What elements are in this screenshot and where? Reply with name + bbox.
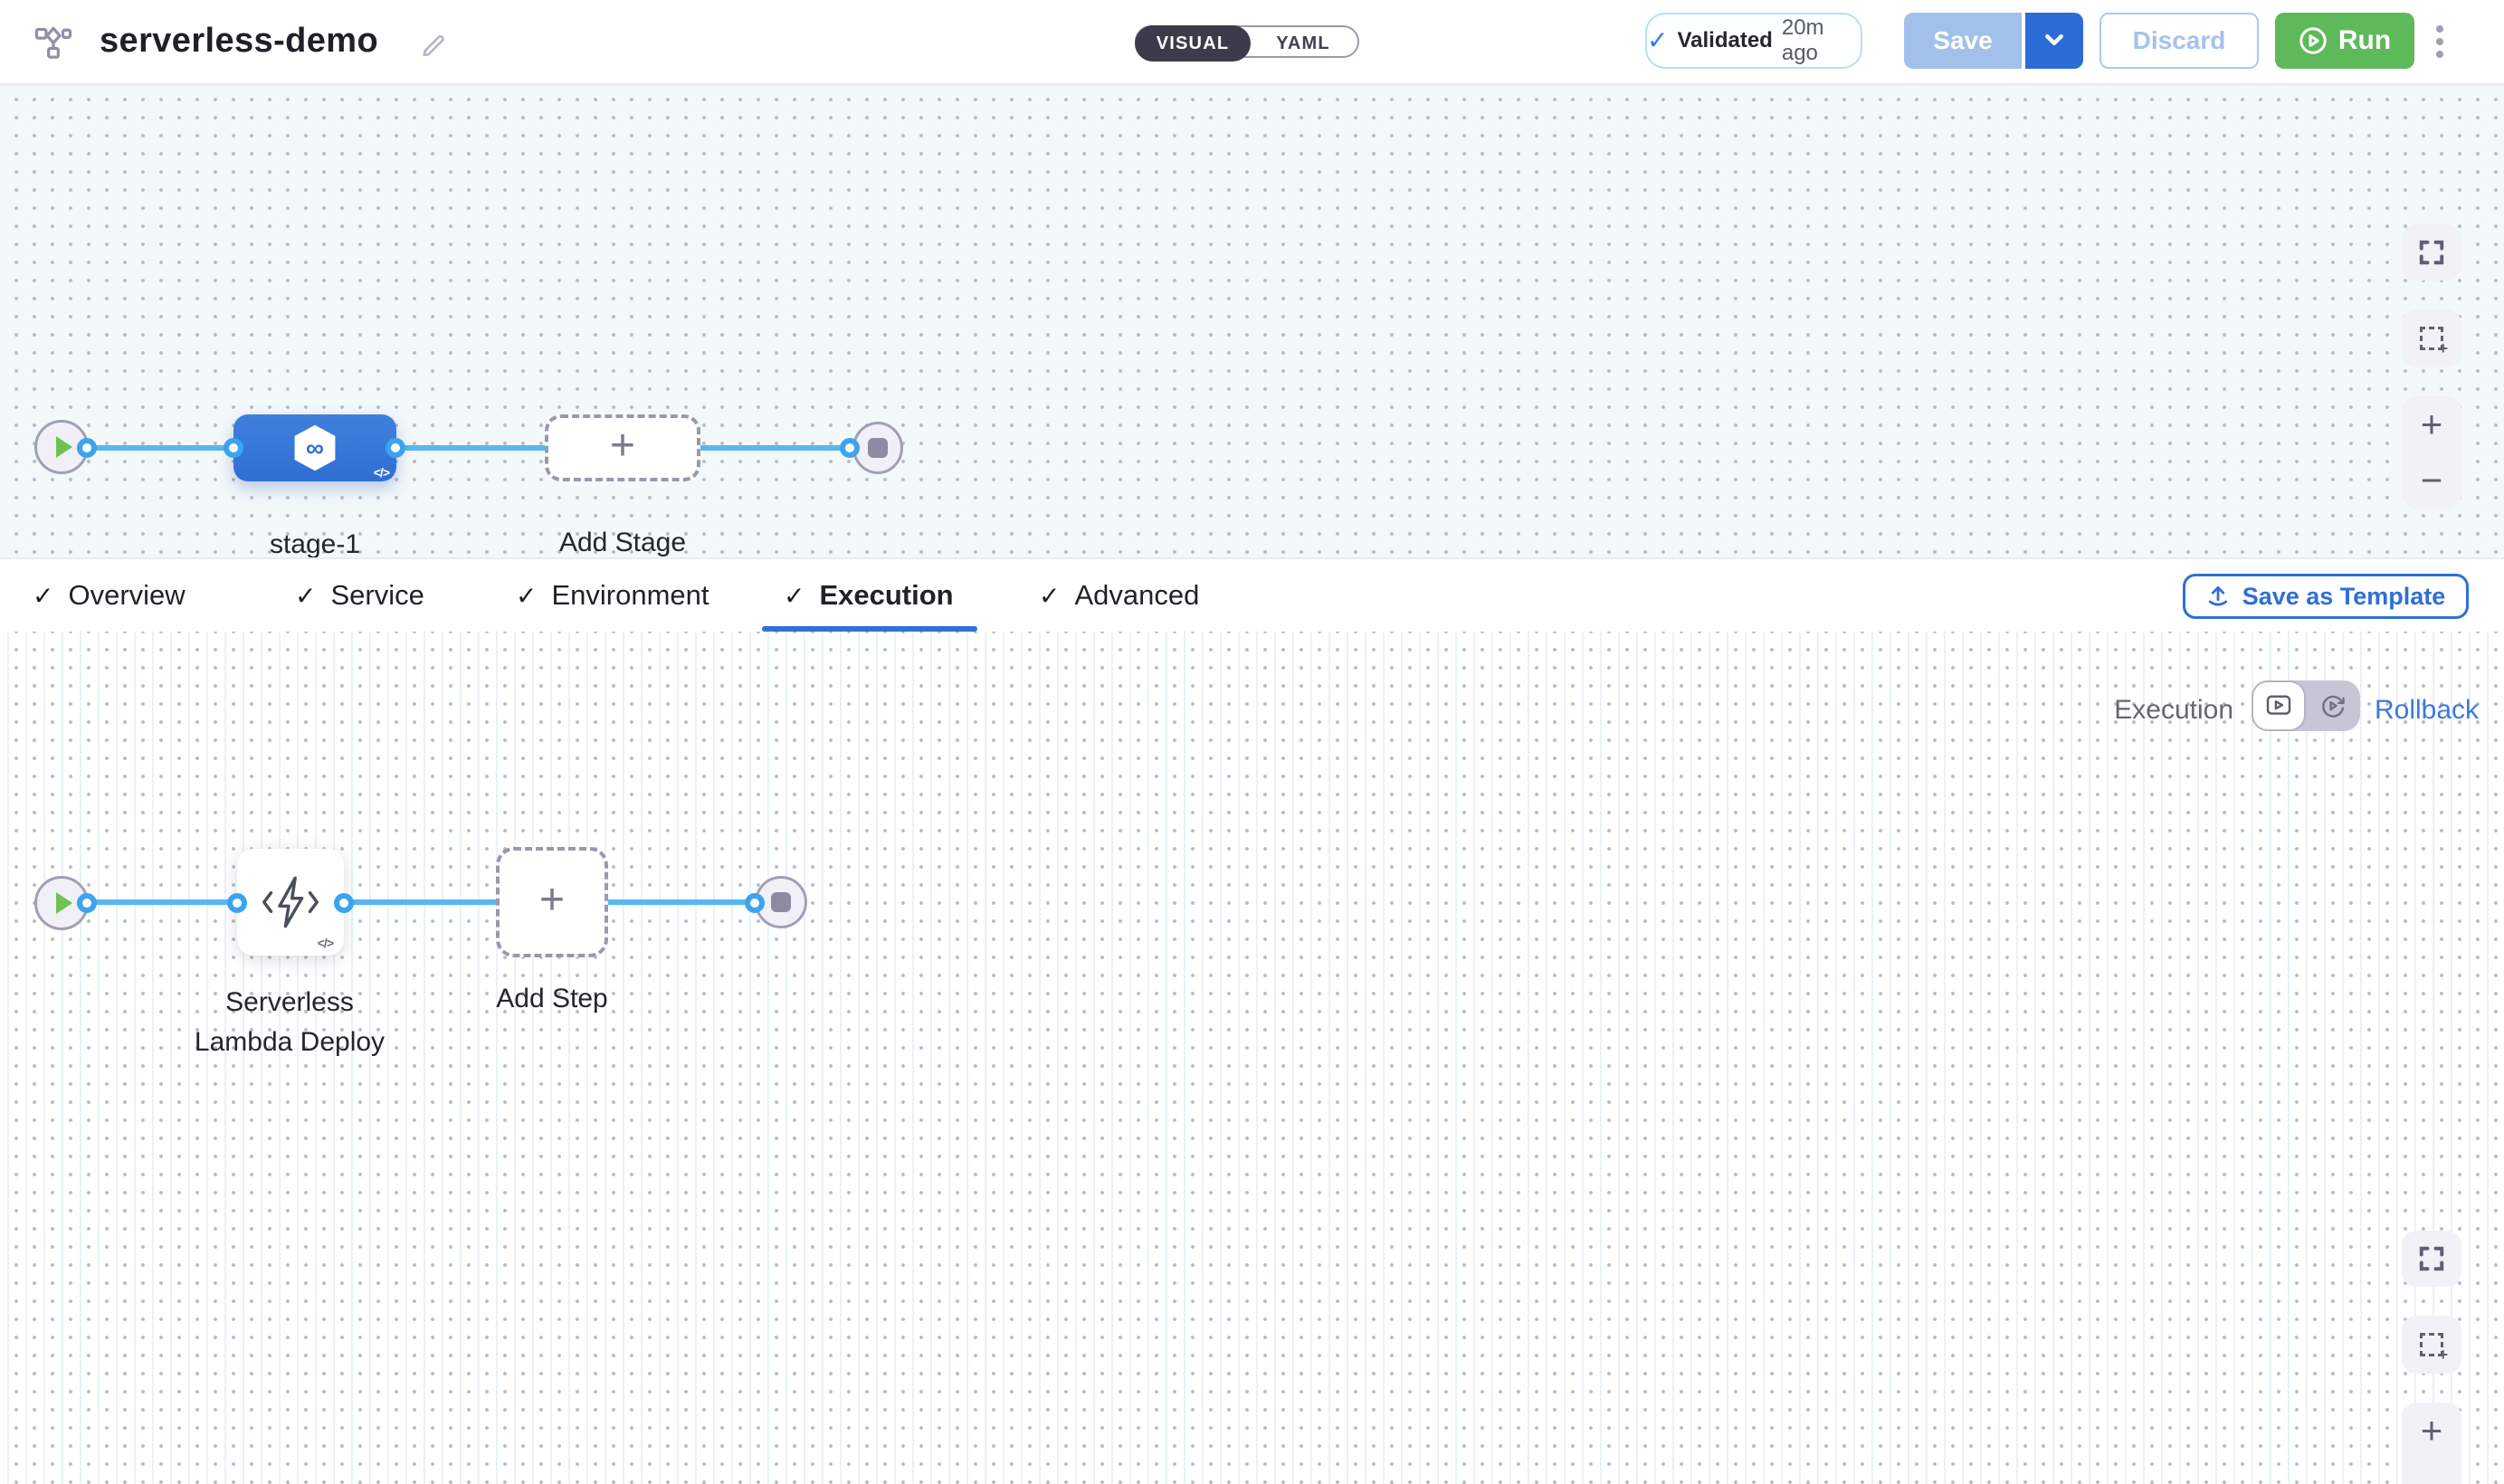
tab-service[interactable]: ✓ Service: [295, 559, 424, 632]
add-step-button[interactable]: +: [496, 847, 608, 957]
validated-check-icon: ✓: [1647, 28, 1668, 53]
save-as-template-label: Save as Template: [2242, 583, 2446, 611]
pipeline-title: serverless-demo: [100, 22, 378, 61]
code-icon: </>: [318, 936, 333, 950]
fullscreen-icon: [2418, 239, 2445, 266]
connector-port[interactable]: [77, 438, 97, 458]
step-label: Serverless Lambda Deploy: [195, 983, 385, 1062]
connector-port[interactable]: [77, 893, 97, 913]
tab-execution[interactable]: ✓ Execution: [784, 559, 954, 632]
zoom-in-button[interactable]: +: [2402, 1403, 2461, 1459]
stage-serverless-icon: ∞: [290, 423, 339, 473]
fullscreen-button[interactable]: [2402, 1231, 2461, 1287]
add-stage-button[interactable]: +: [545, 414, 700, 481]
toggle-yaml[interactable]: YAML: [1247, 25, 1359, 62]
zoom-out-button[interactable]: −: [2402, 1459, 2461, 1484]
connector-line: [81, 899, 241, 905]
active-tab-underline: [762, 626, 977, 632]
chevron-down-icon: [2044, 33, 2064, 48]
circle-play-icon: [2299, 26, 2328, 55]
add-step-label: Add Step: [496, 979, 607, 1019]
step-label-line2: Lambda Deploy: [195, 1023, 385, 1062]
check-icon: ✓: [33, 581, 53, 611]
visual-yaml-toggle: VISUAL YAML: [1135, 25, 1359, 58]
connector-port[interactable]: [745, 893, 765, 913]
edit-title-icon[interactable]: [420, 29, 447, 63]
save-as-template-button[interactable]: Save as Template: [2183, 574, 2469, 619]
run-button[interactable]: Run: [2275, 13, 2414, 69]
step-label-line1: Serverless: [195, 983, 385, 1023]
toggle-visual[interactable]: VISUAL: [1135, 25, 1251, 62]
tab-advanced[interactable]: ✓ Advanced: [1039, 559, 1199, 632]
tab-environment[interactable]: ✓ Environment: [516, 559, 709, 632]
check-icon: ✓: [295, 581, 316, 611]
execution-rollback-toggle: [2252, 680, 2360, 731]
select-area-button[interactable]: [2402, 1316, 2461, 1374]
tab-label: Advanced: [1074, 579, 1199, 612]
tab-overview[interactable]: ✓ Overview: [33, 559, 186, 632]
marquee-select-icon: [2420, 1333, 2443, 1356]
step-node-serverless-lambda-deploy[interactable]: </>: [237, 849, 344, 956]
svg-text:∞: ∞: [306, 433, 324, 461]
connector-port[interactable]: [840, 438, 860, 458]
connector-line: [608, 899, 753, 905]
fullscreen-icon: [2418, 1245, 2445, 1272]
select-area-button[interactable]: [2402, 309, 2461, 367]
connector-line: [340, 899, 500, 905]
zoom-in-button[interactable]: +: [2402, 396, 2461, 452]
fullscreen-button[interactable]: [2402, 224, 2461, 281]
rollback-link[interactable]: Rollback: [2375, 695, 2479, 726]
validated-time: 20m ago: [1782, 15, 1861, 66]
plus-icon: +: [539, 879, 565, 922]
stage-label: stage-1: [270, 525, 360, 557]
zoom-out-button[interactable]: −: [2402, 452, 2461, 509]
connector-line: [81, 445, 244, 451]
plus-icon: +: [610, 424, 635, 468]
rollback-view-icon: [2320, 693, 2346, 718]
execution-view-button[interactable]: [2252, 680, 2306, 731]
template-upload-icon: [2206, 585, 2230, 608]
stage-tabbar: ✓ Overview ✓ Service ✓ Environment ✓ Exe…: [0, 557, 2504, 632]
add-stage-label: Add Stage: [559, 523, 686, 557]
discard-button[interactable]: Discard: [2099, 13, 2259, 69]
tab-label: Overview: [68, 579, 185, 612]
stage-node-stage-1[interactable]: ∞ </>: [233, 414, 396, 481]
connector-port[interactable]: [224, 438, 243, 458]
rollback-view-button[interactable]: [2306, 680, 2360, 731]
tab-label: Service: [330, 579, 424, 612]
validated-badge[interactable]: ✓ Validated 20m ago: [1645, 13, 1862, 69]
save-button[interactable]: Save: [1904, 13, 2022, 69]
code-icon: </>: [374, 465, 389, 480]
stop-square-icon: [868, 438, 888, 458]
check-icon: ✓: [1039, 581, 1060, 611]
save-options-button[interactable]: [2022, 13, 2083, 69]
start-play-icon: [56, 436, 72, 458]
connector-port[interactable]: [386, 438, 405, 458]
validated-label: Validated: [1677, 28, 1772, 53]
more-options-menu[interactable]: [2427, 18, 2452, 65]
connector-port[interactable]: [227, 893, 247, 913]
run-label: Run: [2338, 25, 2391, 56]
execution-mode-label: Execution: [2099, 695, 2233, 726]
serverless-lambda-icon: [259, 874, 322, 930]
pipeline-studio: serverless-demo VISUAL YAML ✓ Validated …: [0, 0, 2504, 1484]
check-icon: ✓: [784, 581, 805, 611]
connector-line: [697, 445, 845, 451]
stop-square-icon: [771, 892, 791, 912]
pipeline-icon: [34, 25, 72, 67]
connector-line: [389, 445, 556, 451]
check-icon: ✓: [516, 581, 537, 611]
end-node: [852, 422, 903, 474]
zoom-controls: + −: [2402, 1403, 2461, 1484]
marquee-select-icon: [2420, 327, 2443, 350]
start-play-icon: [56, 892, 72, 914]
execution-view-icon: [2266, 695, 2291, 717]
stage-canvas[interactable]: ∞ </> + stage-1 Add Stage + −: [0, 83, 2504, 557]
header-bar: serverless-demo VISUAL YAML ✓ Validated …: [0, 0, 2504, 85]
tab-label: Execution: [819, 579, 953, 612]
tab-label: Environment: [551, 579, 709, 612]
connector-port[interactable]: [334, 893, 354, 913]
zoom-controls: + −: [2402, 396, 2461, 509]
